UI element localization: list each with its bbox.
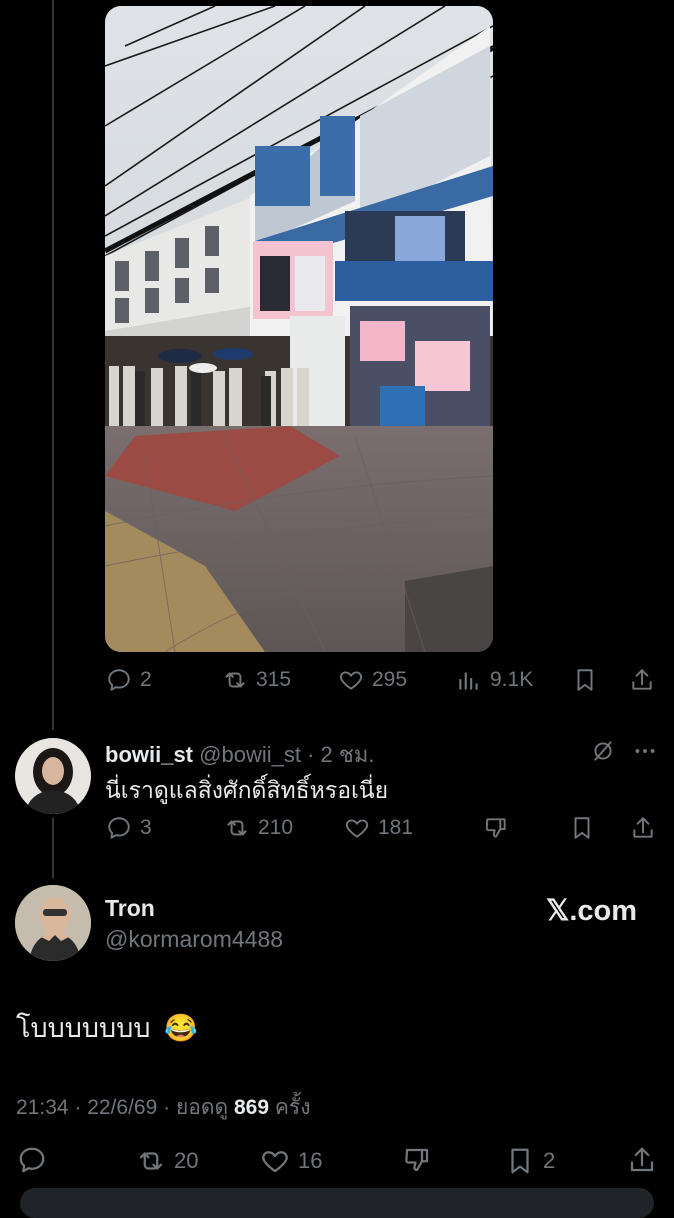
repost-button[interactable]: 315 (222, 667, 291, 693)
main-display-name[interactable]: Tron (105, 895, 155, 922)
share-icon (630, 1147, 654, 1172)
reply-reply-button[interactable]: 3 (106, 815, 152, 841)
like-button[interactable]: 295 (338, 667, 407, 693)
reply-text: นี่เราดูแลสิ่งศักดิ์สิทธิ์หรอเนี่ย (105, 777, 389, 803)
share-icon (632, 669, 652, 690)
views-icon (459, 672, 478, 690)
reply-icon (108, 669, 130, 691)
thread-line-top (52, 0, 54, 730)
share-button[interactable] (629, 667, 655, 698)
main-handle[interactable]: @kormarom4488 (105, 926, 283, 953)
repost-count: 315 (256, 668, 292, 691)
storefront-photo (105, 6, 493, 652)
reply-like-count: 181 (378, 816, 414, 839)
bookmark-icon (577, 669, 593, 691)
bookmark-button[interactable] (572, 667, 598, 698)
reply-icon (108, 817, 130, 839)
grok-button[interactable] (590, 738, 616, 769)
reply-like-button[interactable]: 181 (344, 815, 413, 841)
repost-icon (225, 672, 245, 688)
bookmark-icon (511, 1148, 529, 1174)
main-dislike-button[interactable] (402, 1145, 432, 1180)
like-count: 295 (372, 668, 408, 691)
reply-display-name[interactable]: bowii_st (105, 742, 193, 767)
views-count: 9.1K (490, 668, 534, 691)
main-bookmark-button[interactable]: 2 (505, 1146, 555, 1176)
reply-avatar[interactable] (15, 738, 91, 814)
reply-reply-count: 3 (140, 816, 152, 839)
thumbs-down-icon (405, 1148, 429, 1172)
main-views-suffix: ครั้ง (274, 1096, 311, 1119)
reply-time[interactable]: 2 ชม. (321, 742, 375, 767)
reply-composer[interactable] (20, 1188, 654, 1218)
thread-line-bottom (52, 818, 54, 878)
repost-icon (139, 1152, 163, 1170)
main-like-button[interactable]: 16 (260, 1146, 322, 1176)
repost-icon (227, 820, 247, 836)
reply-bookmark-button[interactable] (569, 815, 595, 846)
main-share-button[interactable] (627, 1145, 657, 1180)
laughing-emoji-icon: 😂 (164, 1013, 198, 1043)
main-timestamp-line: 21:34 · 22/6/69 · ยอดดู 869 ครั้ง (16, 1091, 310, 1124)
main-tweet-text: โบบบบบบบ 😂 (16, 1006, 198, 1049)
reply-button[interactable]: 2 (106, 667, 152, 693)
heart-icon (262, 1151, 288, 1173)
main-text: โบบบบบบบ (16, 1013, 151, 1043)
reply-separator: · (307, 742, 315, 767)
reply-header: bowii_st @bowii_st · 2 ชม. (105, 737, 374, 772)
views-button[interactable]: 9.1K (456, 667, 533, 693)
main-repost-count: 20 (174, 1148, 199, 1173)
main-views-count: 869 (233, 1096, 270, 1119)
reply-repost-count: 210 (258, 816, 294, 839)
tweet-photo[interactable] (105, 6, 493, 652)
more-icon (635, 749, 655, 753)
main-avatar[interactable] (15, 885, 91, 961)
reply-count: 2 (140, 668, 152, 691)
reply-repost-button[interactable]: 210 (224, 815, 293, 841)
main-reply-button[interactable] (17, 1145, 47, 1180)
reply-icon (19, 1147, 45, 1173)
thumbs-down-icon (485, 818, 506, 838)
main-bookmark-count: 2 (543, 1148, 556, 1173)
more-button[interactable] (632, 738, 658, 769)
reply-share-button[interactable] (630, 815, 656, 846)
reply-handle[interactable]: @bowii_st (199, 742, 301, 767)
bookmark-icon (574, 817, 590, 839)
brand-watermark: 𝕏.com (546, 895, 638, 927)
share-icon (633, 817, 653, 838)
heart-icon (345, 819, 369, 838)
main-like-count: 16 (298, 1148, 323, 1173)
avatar-image (25, 748, 81, 814)
avatar-image (15, 885, 91, 961)
reply-dislike-button[interactable] (483, 815, 509, 846)
main-timestamp[interactable]: 21:34 · 22/6/69 · ยอดดู (16, 1096, 228, 1119)
heart-icon (339, 671, 363, 690)
main-repost-button[interactable]: 20 (136, 1146, 198, 1176)
slash-circle-icon (594, 741, 612, 761)
